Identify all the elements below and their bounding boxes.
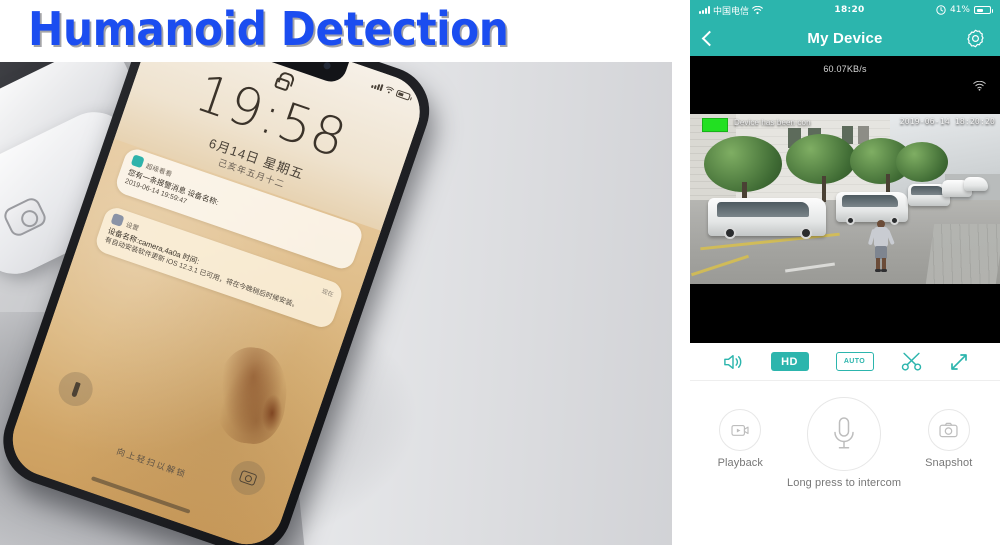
flashlight-icon [70, 381, 81, 397]
page-title: Humanoid Detection [28, 2, 509, 56]
nav-title: My Device [807, 29, 883, 47]
intercom-label: Long press to intercom [787, 477, 902, 489]
microphone-icon [834, 417, 854, 449]
intercom-icon-wrap [807, 397, 882, 471]
battery-percent-label: 41% [949, 5, 970, 15]
carrier-label: 中国电信 [713, 6, 750, 17]
scene-sidewalk [925, 224, 1000, 284]
notification-time: 现在 [320, 288, 335, 299]
phone-wifi-icon [386, 86, 395, 93]
camera-icon [238, 469, 258, 487]
camera-live-view[interactable]: Device has been con 2019-06-14 18:20:20 [690, 114, 1000, 284]
hd-quality-button[interactable]: HD [770, 352, 809, 371]
notification-app-name: 设置 [124, 221, 141, 233]
signal-bars-icon [699, 6, 710, 14]
video-timestamp: 2019-06-14 18:20:20 [899, 117, 995, 126]
scene-person [867, 220, 895, 272]
product-photo: 中国移动 19:58 [0, 62, 672, 545]
snapshot-button[interactable]: Snapshot [925, 409, 972, 469]
scene-vehicle [964, 177, 988, 191]
back-chevron-icon[interactable] [701, 30, 718, 46]
video-control-bar: HD AUTO [690, 343, 1000, 381]
auto-quality-label: AUTO [835, 352, 874, 371]
humanoid-detection-box [702, 118, 728, 132]
scene-tree-trunk [822, 176, 826, 202]
nav-bar: My Device [690, 20, 1000, 56]
status-bar-time: 18:20 [834, 5, 865, 15]
playback-icon-wrap [719, 409, 762, 451]
status-bar-right: 41% [936, 5, 993, 15]
speaker-button[interactable] [722, 353, 744, 371]
scene-vehicle-wheel [724, 227, 736, 239]
intercom-button[interactable]: Long press to intercom [787, 397, 901, 489]
battery-icon [974, 6, 993, 14]
bitrate-label: 60.07KB/s [823, 64, 867, 74]
phone-battery-icon [395, 89, 412, 101]
scissors-icon [901, 352, 921, 371]
status-bar-left: 中国电信 [699, 4, 763, 17]
scene-vehicle [708, 198, 826, 239]
gear-icon[interactable] [965, 28, 986, 49]
speaker-icon [723, 354, 741, 369]
auto-quality-button[interactable]: AUTO [835, 352, 874, 371]
scene-vehicle-window [717, 201, 810, 217]
bottom-action-row: Playback Long press to intercom Snapshot [690, 397, 1000, 489]
video-wifi-icon [973, 81, 986, 91]
screenshot-root: Humanoid Detection 19:58 6月14日 星期五 己亥年五月… [0, 0, 1000, 545]
playback-camera-icon [731, 424, 749, 436]
scene-vehicle-window [911, 186, 945, 195]
snapshot-label: Snapshot [925, 457, 973, 469]
fullscreen-button[interactable] [949, 352, 969, 372]
fullscreen-icon [950, 353, 967, 370]
notification-app-icon [130, 154, 145, 169]
scene-tree [786, 134, 856, 184]
scene-vehicle-wheel [846, 216, 855, 225]
banner: Humanoid Detection [0, 0, 672, 62]
notification-app-icon [110, 212, 125, 227]
scene-person-shoe [881, 269, 887, 272]
snapshot-icon-wrap [927, 409, 970, 451]
scene-vehicle-wheel [800, 227, 812, 239]
phone-signal-icon [371, 81, 384, 91]
status-bar: 中国电信 18:20 41% [690, 0, 1000, 20]
scene-vehicle-window [841, 195, 898, 207]
snapshot-camera-icon [939, 422, 958, 438]
bottom-action-zone: Playback Long press to intercom Snapshot [690, 381, 1000, 545]
alarm-clock-icon [936, 5, 946, 15]
app-screenshot: 中国电信 18:20 41% My Device 60.07KB/s Devic… [690, 0, 1000, 545]
playback-button[interactable]: Playback [718, 409, 763, 469]
video-stage[interactable]: 60.07KB/s Device has been con 2019-06-14… [690, 56, 1000, 343]
playback-label: Playback [717, 457, 764, 469]
hd-quality-label: HD [770, 352, 809, 371]
wifi-icon [752, 5, 763, 14]
record-clip-button[interactable] [901, 352, 922, 371]
scene-vehicle-wheel [890, 216, 899, 225]
scene-vehicle [836, 192, 908, 225]
scene-tree [896, 142, 948, 182]
video-overlay-label: Device has been con [734, 118, 811, 127]
